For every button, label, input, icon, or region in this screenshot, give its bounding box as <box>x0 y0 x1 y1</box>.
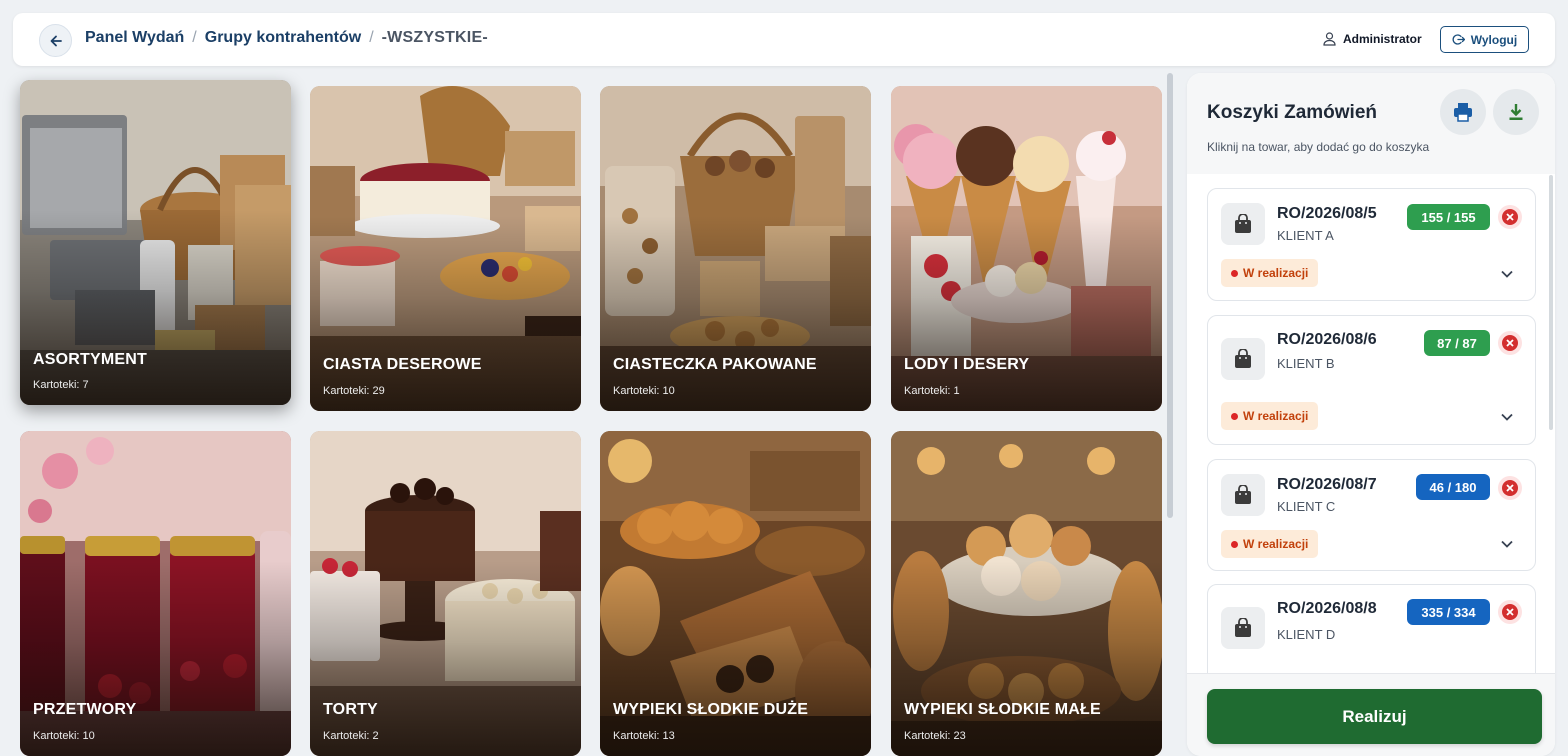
download-button[interactable] <box>1493 89 1539 135</box>
realize-button[interactable]: Realizuj <box>1207 689 1542 744</box>
order-number: RO/2026/08/8 <box>1277 600 1377 617</box>
logout-button[interactable]: Wyloguj <box>1440 26 1529 53</box>
category-grid: ASORTYMENT Kartoteki: 7 CIASTA DESEROWE … <box>20 80 1162 756</box>
quantity-badge: 87 / 87 <box>1424 330 1490 356</box>
order-card[interactable]: RO/2026/08/5 KLIENT A 155 / 155 W realiz… <box>1207 188 1536 301</box>
close-circle-icon <box>1502 335 1518 351</box>
chevron-down-icon[interactable] <box>1500 410 1514 424</box>
quantity-badge: 46 / 180 <box>1416 474 1490 500</box>
remove-order-button[interactable] <box>1498 205 1522 229</box>
tile-title: WYPIEKI SŁODKIE MAŁE <box>904 701 1101 718</box>
print-button[interactable] <box>1440 89 1486 135</box>
order-number: RO/2026/08/7 <box>1277 476 1377 493</box>
category-tile-ciasteczka-pakowane[interactable]: CIASTECZKA PAKOWANE Kartoteki: 10 <box>600 86 871 411</box>
quantity-badge: 335 / 334 <box>1407 599 1490 625</box>
category-tile-asortyment[interactable]: ASORTYMENT Kartoteki: 7 <box>20 80 291 405</box>
tile-count: Kartoteki: 10 <box>33 730 95 742</box>
tile-title: PRZETWORY <box>33 701 137 718</box>
grid-scrollbar[interactable] <box>1167 73 1173 518</box>
tile-count: Kartoteki: 10 <box>613 385 675 397</box>
panel-subtitle: Kliknij na towar, aby dodać go do koszyk… <box>1207 140 1430 154</box>
breadcrumb-link-groups[interactable]: Grupy kontrahentów <box>205 29 361 47</box>
status-badge: W realizacji <box>1221 530 1319 558</box>
client-name: KLIENT B <box>1277 356 1335 371</box>
chevron-down-icon[interactable] <box>1500 537 1514 551</box>
breadcrumb-link-panel[interactable]: Panel Wydań <box>85 29 184 47</box>
breadcrumb-separator: / <box>192 29 197 46</box>
remove-order-button[interactable] <box>1498 476 1522 500</box>
top-bar: Panel Wydań / Grupy kontrahentów / -WSZY… <box>13 13 1555 66</box>
client-name: KLIENT A <box>1277 228 1334 243</box>
category-tile-wypieki-male[interactable]: WYPIEKI SŁODKIE MAŁE Kartoteki: 23 <box>891 431 1162 756</box>
tile-title: LODY I DESERY <box>904 356 1030 373</box>
order-card[interactable]: RO/2026/08/7 KLIENT C 46 / 180 W realiza… <box>1207 459 1536 571</box>
shopping-bag-icon <box>1221 338 1265 380</box>
baskets-panel: Koszyki Zamówień Kliknij na towar, aby d… <box>1187 73 1555 756</box>
tile-count: Kartoteki: 13 <box>613 730 675 742</box>
breadcrumb: Panel Wydań / Grupy kontrahentów / -WSZY… <box>85 29 488 47</box>
tile-count: Kartoteki: 2 <box>323 730 379 742</box>
tile-count: Kartoteki: 1 <box>904 385 960 397</box>
status-badge: W realizacji <box>1221 259 1319 287</box>
tile-title: CIASTECZKA PAKOWANE <box>613 356 817 373</box>
user-info: Administrator <box>1323 32 1422 46</box>
tile-title: WYPIEKI SŁODKIE DUŻE <box>613 701 809 718</box>
order-number: RO/2026/08/6 <box>1277 331 1377 348</box>
panel-title: Koszyki Zamówień <box>1207 102 1377 123</box>
order-number: RO/2026/08/5 <box>1277 205 1377 222</box>
category-tile-wypieki-duze[interactable]: WYPIEKI SŁODKIE DUŻE Kartoteki: 13 <box>600 431 871 756</box>
tile-count: Kartoteki: 29 <box>323 385 385 397</box>
status-badge: W realizacji <box>1221 402 1319 430</box>
category-tile-ciasta-deserowe[interactable]: CIASTA DESEROWE Kartoteki: 29 <box>310 86 581 411</box>
printer-icon <box>1454 103 1472 122</box>
breadcrumb-separator: / <box>369 29 374 46</box>
close-circle-icon <box>1502 604 1518 620</box>
breadcrumb-current: -WSZYSTKIE- <box>381 29 488 46</box>
user-icon <box>1323 32 1336 46</box>
logout-icon <box>1452 34 1465 45</box>
tile-count: Kartoteki: 7 <box>33 379 89 391</box>
category-tile-lody-i-desery[interactable]: LODY I DESERY Kartoteki: 1 <box>891 86 1162 411</box>
tile-title: ASORTYMENT <box>33 351 147 368</box>
client-name: KLIENT D <box>1277 627 1336 642</box>
category-tile-torty[interactable]: TORTY Kartoteki: 2 <box>310 431 581 756</box>
download-icon <box>1509 104 1523 120</box>
close-circle-icon <box>1502 480 1518 496</box>
tile-count: Kartoteki: 23 <box>904 730 966 742</box>
arrow-left-icon <box>50 35 62 46</box>
quantity-badge: 155 / 155 <box>1407 204 1490 230</box>
remove-order-button[interactable] <box>1498 600 1522 624</box>
close-circle-icon <box>1502 209 1518 225</box>
back-button[interactable] <box>39 24 72 57</box>
client-name: KLIENT C <box>1277 499 1336 514</box>
shopping-bag-icon <box>1221 474 1265 516</box>
panel-scrollbar[interactable] <box>1549 175 1553 430</box>
tile-title: CIASTA DESEROWE <box>323 356 482 373</box>
logout-label: Wyloguj <box>1470 32 1518 47</box>
remove-order-button[interactable] <box>1498 331 1522 355</box>
panel-footer: Realizuj <box>1187 673 1555 756</box>
user-name: Administrator <box>1343 32 1422 46</box>
shopping-bag-icon <box>1221 607 1265 649</box>
panel-header: Koszyki Zamówień Kliknij na towar, aby d… <box>1187 73 1555 174</box>
category-tile-przetwory[interactable]: PRZETWORY Kartoteki: 10 <box>20 431 291 756</box>
shopping-bag-icon <box>1221 203 1265 245</box>
order-card[interactable]: RO/2026/08/6 KLIENT B 87 / 87 W realizac… <box>1207 315 1536 445</box>
chevron-down-icon[interactable] <box>1500 267 1514 281</box>
tile-title: TORTY <box>323 701 378 718</box>
